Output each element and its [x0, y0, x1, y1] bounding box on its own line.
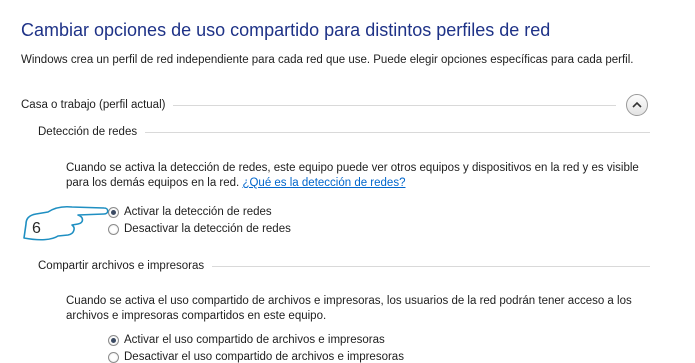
file-sharing-divider [212, 265, 650, 267]
radio-label-enable-sharing: Activar el uso compartido de archivos e … [124, 334, 385, 346]
chevron-up-icon [632, 101, 642, 108]
network-discovery-divider [145, 131, 650, 133]
profile-label: Casa o trabajo (perfil actual) [21, 99, 166, 111]
collapse-button[interactable] [626, 94, 648, 116]
network-discovery-header: Detección de redes [38, 126, 650, 138]
radio-disable-discovery[interactable]: Desactivar la detección de redes [108, 223, 291, 235]
profile-header[interactable]: Casa o trabajo (perfil actual) [21, 94, 648, 116]
radio-button-disable-sharing[interactable] [108, 351, 119, 363]
radio-enable-sharing[interactable]: Activar el uso compartido de archivos e … [108, 334, 385, 346]
radio-label-disable-discovery: Desactivar la detección de redes [124, 223, 291, 235]
file-sharing-description: Cuando se activa el uso compartido de ar… [66, 295, 632, 322]
page-title: Cambiar opciones de uso compartido para … [21, 20, 551, 40]
network-discovery-help-link[interactable]: ¿Qué es la detección de redes? [242, 177, 405, 189]
radio-label-disable-sharing: Desactivar el uso compartido de archivos… [124, 351, 404, 363]
file-sharing-heading: Compartir archivos e impresoras [38, 260, 205, 272]
network-discovery-description: Cuando se activa la detección de redes, … [66, 161, 646, 191]
network-discovery-heading: Detección de redes [38, 126, 138, 138]
radio-label-enable-discovery: Activar la detección de redes [124, 206, 272, 218]
radio-enable-discovery[interactable]: Activar la detección de redes [108, 206, 272, 218]
file-sharing-header: Compartir archivos e impresoras [38, 260, 650, 272]
page-description: Windows crea un perfil de red independie… [21, 54, 634, 66]
radio-disable-sharing[interactable]: Desactivar el uso compartido de archivos… [108, 351, 404, 363]
profile-divider [173, 104, 616, 106]
radio-button-enable-sharing[interactable] [108, 334, 119, 346]
annotation-number: 6 [32, 220, 41, 237]
